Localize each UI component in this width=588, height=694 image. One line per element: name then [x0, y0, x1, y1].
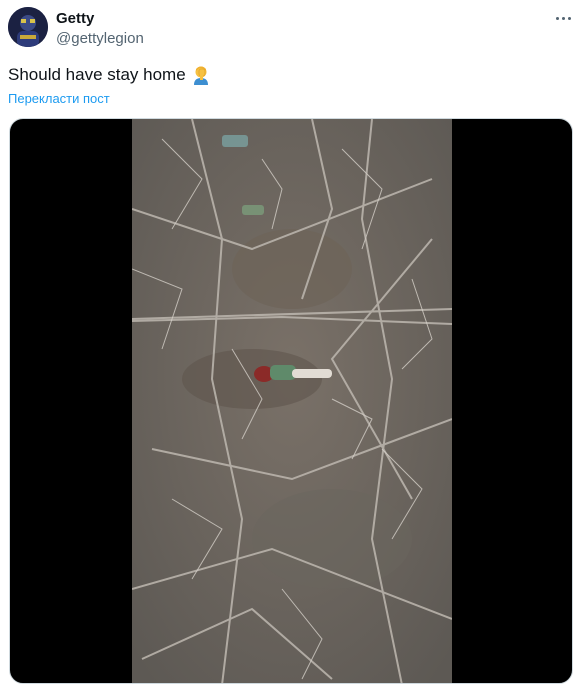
tweet[interactable]: Getty @gettylegion Should have stay home… — [0, 0, 588, 694]
display-name[interactable]: Getty — [56, 10, 94, 28]
video-frame[interactable] — [132, 119, 452, 683]
avatar[interactable] — [8, 7, 48, 47]
user-handle[interactable]: @gettylegion — [56, 30, 144, 48]
video-media[interactable] — [9, 118, 573, 684]
more-horizontal-icon — [555, 16, 559, 20]
tweet-text-content: Should have stay home — [8, 65, 186, 84]
avatar-image — [8, 7, 48, 47]
video-still-image — [132, 119, 452, 683]
person-facepalming-icon — [192, 65, 210, 85]
more-dot — [567, 16, 571, 20]
more-dot — [561, 16, 565, 20]
translate-post-link[interactable]: Перекласти пост — [8, 91, 110, 107]
more-options-button[interactable] — [550, 8, 576, 28]
tweet-text: Should have stay home — [8, 64, 210, 86]
